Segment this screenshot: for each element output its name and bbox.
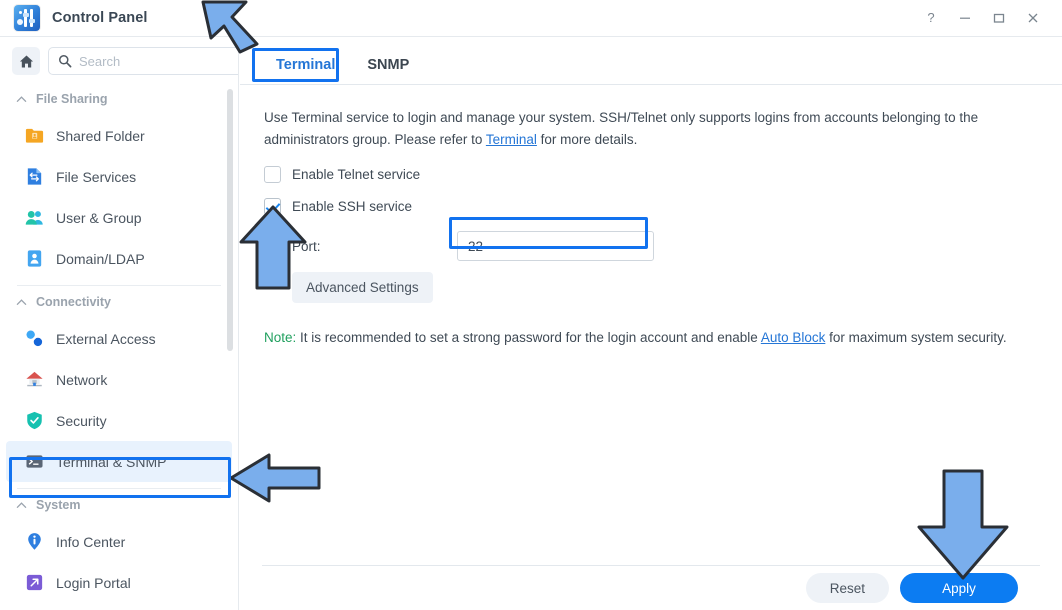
terminal-icon: [23, 451, 45, 473]
sidebar-item-label: File Services: [56, 168, 137, 185]
help-button[interactable]: ?: [914, 3, 948, 33]
network-icon: [23, 369, 45, 391]
sidebar-group-file-sharing[interactable]: File Sharing: [0, 83, 238, 115]
sidebar-group-label: File Sharing: [36, 92, 108, 106]
control-panel-window: Control Panel ? Search File Sharing Shar…: [0, 0, 1062, 610]
reset-button[interactable]: Reset: [805, 573, 889, 603]
sidebar-item-label: Shared Folder: [56, 127, 145, 144]
main-pane: Terminal SNMP Use Terminal service to lo…: [240, 37, 1062, 610]
chevron-up-icon: [16, 298, 27, 305]
sidebar-item-user-group[interactable]: User & Group: [6, 197, 232, 238]
enable-ssh-label: Enable SSH service: [292, 199, 413, 214]
chevron-up-icon: [16, 501, 27, 508]
external-access-icon: [23, 328, 45, 350]
terminal-help-link[interactable]: Terminal: [486, 132, 537, 147]
advanced-settings-button[interactable]: Advanced Settings: [292, 272, 433, 303]
sidebar-item-info-center[interactable]: Info Center: [6, 521, 232, 562]
sidebar-item-label: Network: [56, 371, 108, 388]
minimize-icon: [960, 17, 970, 19]
enable-ssh-row[interactable]: Enable SSH service: [264, 198, 1038, 215]
search-input[interactable]: [79, 53, 238, 69]
tab-bar: Terminal SNMP: [240, 37, 1062, 85]
note-text: Note: It is recommended to set a strong …: [264, 327, 1038, 349]
domain-ldap-icon: [23, 248, 45, 270]
sidebar-item-label: Terminal & SNMP: [56, 453, 167, 470]
sidebar-item-security[interactable]: Security: [6, 400, 232, 441]
chevron-up-icon: [16, 95, 27, 102]
close-icon: [1028, 13, 1038, 23]
sidebar-nav: File Sharing Shared Folder File Services…: [0, 83, 238, 603]
enable-telnet-row[interactable]: Enable Telnet service: [264, 166, 1038, 183]
tab-snmp[interactable]: SNMP: [353, 57, 423, 84]
sidebar-toolbar: [0, 37, 238, 75]
description-part-2: for more details.: [536, 132, 638, 147]
window-title: Control Panel: [52, 10, 148, 26]
sidebar-item-label: Domain/LDAP: [56, 250, 145, 267]
sidebar-group-system[interactable]: System: [0, 489, 238, 521]
minimize-button[interactable]: [948, 3, 982, 33]
svg-text:?: ?: [927, 11, 934, 25]
search-icon: [59, 55, 72, 68]
ssh-port-input[interactable]: [457, 231, 654, 261]
ssh-port-row: Port:: [264, 231, 1038, 261]
home-icon: [19, 55, 33, 67]
shared-folder-icon: [23, 125, 45, 147]
description-text: Use Terminal service to login and manage…: [264, 107, 1038, 151]
maximize-button[interactable]: [982, 3, 1016, 33]
apply-button[interactable]: Apply: [900, 573, 1018, 603]
maximize-icon: [993, 13, 1005, 23]
question-mark-icon: ?: [927, 11, 934, 25]
search-box[interactable]: [48, 47, 238, 75]
close-button[interactable]: [1016, 3, 1050, 33]
sidebar-group-label: System: [36, 498, 81, 512]
sidebar-item-label: User & Group: [56, 209, 142, 226]
sidebar-item-file-services[interactable]: File Services: [6, 156, 232, 197]
sidebar-item-domain-ldap[interactable]: Domain/LDAP: [6, 238, 232, 279]
sidebar-scrollbar-thumb[interactable]: [227, 89, 233, 351]
enable-telnet-label: Enable Telnet service: [292, 167, 421, 182]
sidebar-item-shared-folder[interactable]: Shared Folder: [6, 115, 232, 156]
sidebar-group-label: Connectivity: [36, 295, 112, 309]
note-part-2: for maximum system security.: [825, 330, 1007, 345]
title-bar: Control Panel ?: [0, 0, 1062, 37]
user-group-icon: [23, 207, 45, 229]
tab-terminal[interactable]: Terminal: [262, 57, 349, 84]
tab-label: Terminal: [276, 57, 336, 73]
sidebar-item-label: External Access: [56, 330, 156, 347]
control-panel-icon: [14, 5, 40, 31]
sidebar-item-terminal-snmp[interactable]: Terminal & SNMP: [6, 441, 232, 482]
sidebar-group-connectivity[interactable]: Connectivity: [0, 286, 238, 318]
sidebar-item-network[interactable]: Network: [6, 359, 232, 400]
window-controls: ?: [914, 3, 1062, 33]
footer-actions: Reset Apply: [262, 565, 1040, 610]
enable-telnet-checkbox[interactable]: [264, 166, 281, 183]
login-portal-icon: [23, 572, 45, 594]
note-part-1: It is recommended to set a strong passwo…: [296, 330, 761, 345]
auto-block-link[interactable]: Auto Block: [761, 330, 826, 345]
terminal-settings-panel: Use Terminal service to login and manage…: [240, 85, 1062, 349]
tab-label: SNMP: [367, 57, 410, 73]
sidebar-item-label: Login Portal: [56, 574, 131, 591]
file-services-icon: [23, 166, 45, 188]
info-center-icon: [23, 531, 45, 553]
sidebar-item-login-portal[interactable]: Login Portal: [6, 562, 232, 603]
security-shield-icon: [23, 410, 45, 432]
sidebar: File Sharing Shared Folder: [0, 37, 239, 610]
note-label: Note:: [264, 330, 297, 345]
sidebar-item-label: Info Center: [56, 533, 126, 550]
home-button[interactable]: [12, 47, 40, 75]
port-label: Port:: [292, 238, 321, 254]
enable-ssh-checkbox[interactable]: [264, 198, 281, 215]
sidebar-item-label: Security: [56, 412, 107, 429]
sidebar-item-external-access[interactable]: External Access: [6, 318, 232, 359]
